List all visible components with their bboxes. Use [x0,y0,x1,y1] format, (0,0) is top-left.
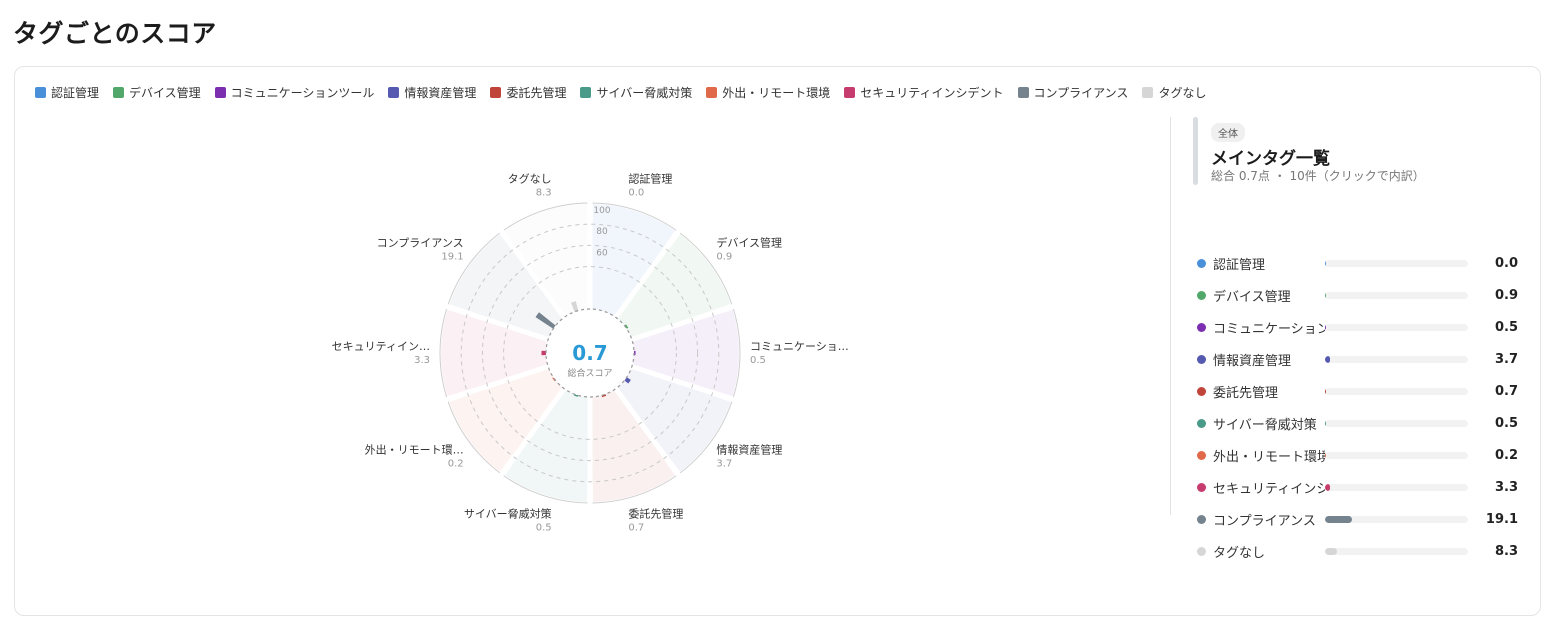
tag-color-dot [1197,418,1206,428]
tag-score-value: 19.1 [1485,511,1518,527]
page-title: タグごとのスコア [13,19,217,48]
tag-score-bar [1325,419,1468,427]
tag-name: 外出・リモート環境 [1213,449,1325,465]
tag-score-value: 0.5 [1494,319,1518,335]
category-label: デバイス管理 [716,236,782,250]
category-label: タグなし [508,172,552,186]
scope-chip[interactable]: 全体 [1211,123,1245,142]
tag-color-dot [1197,450,1206,460]
category-value-label: 19.1 [441,252,463,263]
tag-color-dot [1197,290,1206,300]
tag-score-fill [1325,451,1327,459]
tag-color-dot [1197,354,1206,364]
center-score-label: 総合スコア [567,367,612,379]
tag-score-fill [1325,419,1327,427]
category-value-label: 0.0 [628,188,644,199]
category-value-label: 3.7 [716,458,732,469]
tag-score-fill [1325,291,1327,299]
tag-row[interactable]: 情報資産管理 3.7 [1193,349,1523,369]
tag-score-bar [1325,291,1468,299]
tag-name: コミュニケーション [1213,321,1325,337]
tag-score-fill [1325,323,1327,331]
panel-accent [1193,117,1198,185]
tag-row[interactable]: コンプライアンス 19.1 [1193,509,1523,529]
tag-row[interactable]: 認証管理 0.0 [1193,253,1523,273]
tag-score-fill [1325,259,1327,267]
radial-tick-label: 100 [593,206,610,216]
tag-row[interactable]: 委託先管理 0.7 [1193,381,1523,401]
category-label: 認証管理 [628,172,672,186]
tag-name: 情報資産管理 [1213,353,1292,369]
tag-score-bar [1325,259,1468,267]
category-value-label: 0.2 [448,458,464,469]
tag-score-value: 3.7 [1494,351,1518,367]
tag-score-fill [1325,483,1330,491]
tag-name: 委託先管理 [1213,385,1279,401]
radial-tick-label: 80 [596,227,608,237]
tag-score-fill [1325,355,1331,363]
tag-name: コンプライアンス [1213,513,1316,529]
score-card: 認証管理 デバイス管理 コミュニケーションツール 情報資産管理 委託先管理 サイバー脅威対… [14,66,1541,616]
tag-score-bar [1325,547,1468,555]
tag-score-fill [1325,547,1337,555]
tag-name: タグなし [1213,545,1266,561]
tag-score-value: 0.2 [1494,447,1518,463]
tag-name: サイバー脅威対策 [1213,417,1317,433]
tag-score-bar [1325,355,1468,363]
tag-row[interactable]: 外出・リモート環境 0.2 [1193,445,1523,465]
tag-color-dot [1197,514,1206,524]
category-value-label: 8.3 [536,188,552,199]
tag-score-bar [1325,323,1468,331]
tag-score-value: 3.3 [1494,479,1518,495]
tag-row[interactable]: セキュリティインシ 3.3 [1193,477,1523,497]
polar-chart-svg: 60 80 100 0.7 総合スコア 認証管理 0.0 デバイス管理 0.9 コミュニケーショ…… [332,172,849,534]
category-label: セキュリティイン… [332,340,430,353]
tag-color-dot [1197,482,1206,492]
category-label: 外出・リモート環… [365,442,464,456]
category-value-label: 3.3 [414,355,430,366]
tag-score-value: 0.5 [1494,415,1518,431]
tag-score-value: 0.0 [1494,255,1518,271]
category-label: サイバー脅威対策 [464,506,552,520]
side-divider [1170,117,1171,515]
category-label: コンプライアンス [377,237,464,250]
tag-row[interactable]: コミュニケーション 0.5 [1193,317,1523,337]
tag-row[interactable]: デバイス管理 0.9 [1193,285,1523,305]
category-label: 委託先管理 [628,506,683,520]
tag-score-bar [1325,387,1468,395]
tag-score-bar [1325,483,1468,491]
panel-subtitle: 総合 0.7点 ・ 10件（クリックで内訳） [1211,169,1425,183]
category-value-label: 0.9 [716,252,732,263]
tag-color-dot [1197,322,1206,332]
tag-score-bar [1325,515,1468,523]
tag-score-value: 0.7 [1494,383,1518,399]
polar-bar [541,350,547,356]
tag-score-fill [1325,515,1353,523]
tag-color-dot [1197,386,1206,396]
tag-color-dot [1197,546,1206,556]
legend-label: タグなし [1158,86,1207,100]
category-value-label: 0.5 [750,355,766,366]
category-value-label: 0.5 [536,522,552,533]
radial-tick-label: 60 [596,248,608,258]
category-value-label: 0.7 [628,522,644,533]
panel-title: メインタグ一覧 [1211,149,1330,169]
tag-score-fill [1325,387,1327,395]
tag-score-bar [1325,451,1468,459]
tag-color-dot [1197,258,1206,268]
center-score: 0.7 [572,341,607,365]
tag-name: 認証管理 [1213,257,1266,273]
tag-row[interactable]: タグなし 8.3 [1193,541,1523,561]
tag-score-value: 8.3 [1494,543,1518,559]
tag-name: セキュリティインシ [1213,481,1325,497]
category-label: コミュニケーショ… [750,340,849,353]
category-label: 情報資産管理 [716,442,782,456]
tag-row[interactable]: サイバー脅威対策 0.5 [1193,413,1523,433]
tag-name: デバイス管理 [1213,289,1291,305]
tag-score-value: 0.9 [1494,287,1518,303]
polar-chart: 60 80 100 0.7 総合スコア 認証管理 0.0 デバイス管理 0.9 コミュニケーショ…… [15,67,1165,621]
